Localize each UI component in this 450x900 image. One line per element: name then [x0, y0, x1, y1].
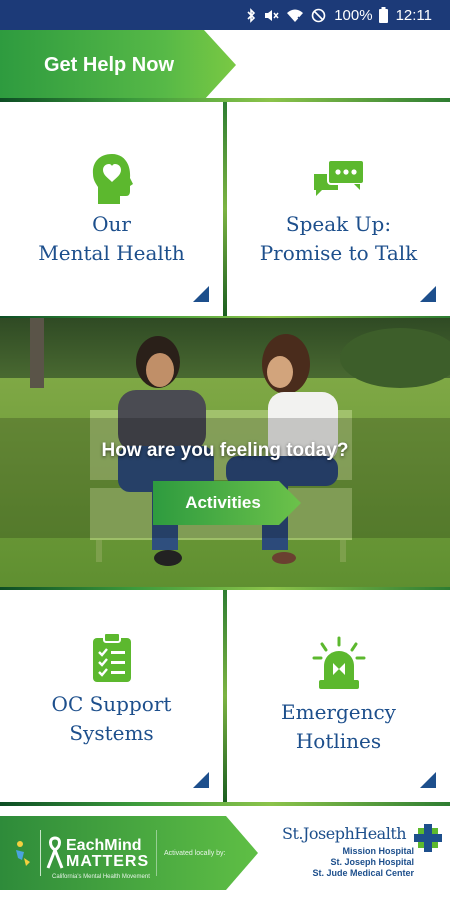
hospital-st-joseph: St. Joseph Hospital — [330, 857, 414, 867]
activities-button[interactable]: Activities — [153, 481, 301, 525]
get-help-now-button[interactable]: Get Help Now — [0, 30, 236, 100]
tile-mental-health-label-1: Our — [92, 212, 131, 236]
feeling-question: How are you feeling today? — [101, 440, 349, 461]
feature-photo: How are you feeling today? Activities — [0, 318, 450, 587]
corner-arrow-icon — [193, 772, 209, 788]
tile-oc-support[interactable]: OC Support Systems — [0, 590, 223, 802]
activities-label: Activities — [185, 493, 261, 512]
divider-footer — [0, 802, 450, 806]
wifi-icon — [287, 9, 304, 22]
corner-arrow-icon — [420, 772, 436, 788]
do-not-disturb-icon — [311, 8, 326, 22]
california-flag-icon — [16, 841, 30, 866]
corner-arrow-icon — [420, 286, 436, 302]
tile-speak-up-label-2: Promise to Talk — [259, 241, 418, 265]
help-bar: Get Help Now — [0, 30, 450, 100]
head-heart-icon — [92, 154, 133, 204]
get-help-now-label: Get Help Now — [44, 54, 175, 76]
mute-icon — [265, 9, 279, 21]
st-joseph-health-logo[interactable]: St.JosephHealth Mission Hospital St. Jos… — [266, 822, 450, 892]
hospital-list: Mission Hospital St. Joseph Hospital St.… — [312, 846, 414, 879]
tile-speak-up[interactable]: Speak Up: Promise to Talk — [227, 102, 450, 316]
footer: EachMind MATTERS California's Mental Hea… — [0, 808, 450, 900]
emm-name: EachMind — [66, 837, 142, 854]
bluetooth-icon — [247, 7, 256, 23]
chat-bubbles-icon — [313, 159, 365, 196]
corner-arrow-icon — [193, 286, 209, 302]
activated-locally-by: Activated locally by: — [164, 850, 226, 857]
hospital-st-jude: St. Jude Medical Center — [312, 868, 414, 878]
battery-icon — [378, 7, 388, 23]
sjh-cross-icon — [414, 824, 442, 852]
clipboard-checklist-icon — [92, 632, 131, 682]
sjh-name: St.JosephHealth — [282, 824, 407, 843]
each-mind-matters-banner[interactable]: EachMind MATTERS California's Mental Hea… — [0, 816, 258, 890]
tile-speak-up-label-1: Speak Up: — [285, 212, 392, 236]
tile-emergency-label-2: Hotlines — [295, 729, 382, 753]
hospital-mission: Mission Hospital — [342, 846, 414, 856]
tile-mental-health-label-2: Mental Health — [38, 241, 185, 265]
ribbon-icon — [46, 836, 64, 869]
tile-mental-health[interactable]: Our Mental Health — [0, 102, 223, 316]
status-bar: 100% 12:11 — [0, 0, 450, 30]
tile-oc-support-label-2: Systems — [69, 721, 154, 745]
emm-matters: MATTERS — [66, 853, 150, 870]
tile-emergency-label-1: Emergency — [281, 700, 396, 724]
clock: 12:11 — [395, 6, 432, 24]
alarm-light-icon — [312, 636, 365, 689]
tile-oc-support-label-1: OC Support — [51, 692, 172, 716]
tile-emergency-hotlines[interactable]: Emergency Hotlines — [227, 590, 450, 802]
emm-tagline: California's Mental Health Movement — [52, 874, 150, 880]
battery-percentage: 100% — [334, 6, 373, 24]
status-icons — [246, 7, 326, 23]
